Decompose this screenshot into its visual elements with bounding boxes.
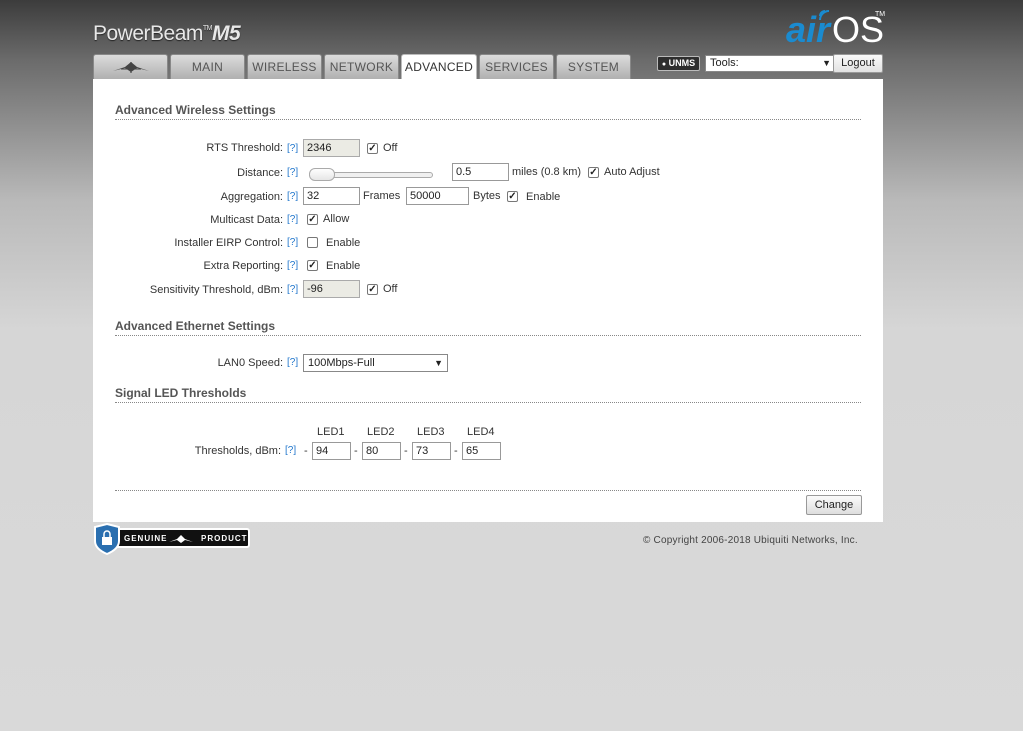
aggregation-help-link[interactable]: [?]	[287, 191, 298, 202]
tools-dropdown[interactable]: Tools: ▼	[705, 55, 835, 72]
logout-button[interactable]: Logout	[833, 54, 883, 73]
ubiquiti-logo-icon	[112, 62, 149, 73]
lan0-speed-value: 100Mbps-Full	[308, 357, 375, 369]
led4-threshold-input[interactable]: 65	[462, 442, 501, 460]
installer-eirp-checkbox[interactable]	[307, 237, 318, 248]
svg-text:TM: TM	[875, 11, 885, 18]
sensitivity-label: Sensitivity Threshold, dBm:	[149, 284, 283, 296]
sensitivity-threshold-input[interactable]: -96	[303, 280, 360, 298]
extra-reporting-label: Extra Reporting:	[203, 260, 283, 272]
dropdown-arrow-icon: ▼	[822, 58, 831, 68]
section-title-ethernet: Advanced Ethernet Settings	[115, 319, 861, 336]
product-model: M5	[212, 22, 241, 45]
tab-wireless[interactable]: WIRELESS	[247, 54, 322, 79]
aggregation-enable-label: Enable	[526, 191, 561, 203]
distance-help-link[interactable]: [?]	[287, 167, 298, 178]
led2-threshold-input[interactable]: 80	[362, 442, 401, 460]
tools-value: Tools:	[710, 57, 739, 69]
svg-text:air: air	[786, 9, 832, 48]
led4-dash: -	[454, 445, 458, 457]
sensitivity-off-checkbox[interactable]: ✓	[367, 284, 378, 295]
led4-header: LED4	[467, 426, 495, 438]
unms-button[interactable]: ● UNMS	[657, 56, 700, 71]
unms-label: UNMS	[668, 58, 696, 68]
sensitivity-help-link[interactable]: [?]	[287, 284, 298, 295]
thresholds-help-link[interactable]: [?]	[285, 445, 296, 456]
led2-dash: -	[354, 445, 358, 457]
tab-network[interactable]: NETWORK	[324, 54, 399, 79]
aggregation-label: Aggregation:	[220, 191, 283, 203]
rts-off-checkbox[interactable]: ✓	[367, 143, 378, 154]
lan0-help-link[interactable]: [?]	[287, 357, 298, 368]
tab-advanced[interactable]: ADVANCED	[401, 54, 477, 80]
settings-panel: Advanced Wireless Settings RTS Threshold…	[93, 79, 883, 522]
dropdown-arrow-icon: ▼	[434, 358, 443, 368]
frames-label: Frames	[363, 190, 401, 202]
rts-label: RTS Threshold:	[206, 142, 283, 154]
extra-reporting-checkbox[interactable]: ✓	[307, 260, 318, 271]
lan0-speed-label: LAN0 Speed:	[217, 357, 283, 369]
auto-adjust-checkbox[interactable]: ✓	[588, 167, 599, 178]
lan0-speed-select[interactable]: 100Mbps-Full ▼	[303, 354, 448, 372]
auto-adjust-label: Auto Adjust	[604, 166, 660, 178]
copyright-text: © Copyright 2006-2018 Ubiquiti Networks,…	[643, 535, 858, 546]
led1-header: LED1	[317, 426, 345, 438]
distance-unit: miles (0.8 km)	[512, 166, 582, 178]
distance-label: Distance:	[237, 167, 283, 179]
installer-eirp-help-link[interactable]: [?]	[287, 237, 298, 248]
aggregation-bytes-input[interactable]: 50000	[406, 187, 469, 205]
sensitivity-off-label: Off	[383, 283, 398, 295]
multicast-allow-label: Allow	[323, 213, 350, 225]
led3-header: LED3	[417, 426, 445, 438]
badge-product-text: PRODUCT	[201, 534, 248, 543]
genuine-product-badge: GENUINE PRODUCT	[93, 522, 253, 558]
led1-dash: -	[304, 445, 308, 457]
section-title-wireless: Advanced Wireless Settings	[115, 103, 861, 120]
bytes-label: Bytes	[473, 190, 501, 202]
tab-system[interactable]: SYSTEM	[556, 54, 631, 79]
trademark-mark: TM	[202, 25, 213, 32]
distance-slider-handle[interactable]	[309, 168, 335, 181]
tab-services[interactable]: SERVICES	[479, 54, 554, 79]
distance-input[interactable]: 0.5	[452, 163, 509, 181]
bottom-divider	[115, 490, 861, 491]
aggregation-enable-checkbox[interactable]: ✓	[507, 191, 518, 202]
led3-dash: -	[404, 445, 408, 457]
unms-dot-icon: ●	[661, 61, 667, 68]
multicast-allow-checkbox[interactable]: ✓	[307, 214, 318, 225]
multicast-label: Multicast Data:	[210, 214, 283, 226]
rts-help-link[interactable]: [?]	[287, 143, 298, 154]
rts-threshold-input[interactable]: 2346	[303, 139, 360, 157]
led3-threshold-input[interactable]: 73	[412, 442, 451, 460]
badge-genuine-text: GENUINE	[124, 534, 168, 543]
aggregation-frames-input[interactable]: 32	[303, 187, 360, 205]
led2-header: LED2	[367, 426, 395, 438]
thresholds-label: Thresholds, dBm:	[194, 445, 281, 457]
extra-reporting-help-link[interactable]: [?]	[287, 260, 298, 271]
product-name-text: PowerBeam	[93, 22, 203, 45]
tab-ubiquiti-logo[interactable]	[93, 54, 168, 79]
product-name: PowerBeamTMM5	[93, 22, 241, 46]
extra-reporting-enable-label: Enable	[326, 260, 361, 272]
rts-off-label: Off	[383, 142, 398, 154]
change-button[interactable]: Change	[806, 495, 862, 515]
installer-eirp-label: Installer EIRP Control:	[174, 237, 283, 249]
tab-main[interactable]: MAIN	[170, 54, 245, 79]
airos-logo: air OS TM	[786, 4, 886, 51]
section-title-led: Signal LED Thresholds	[115, 386, 861, 403]
multicast-help-link[interactable]: [?]	[287, 214, 298, 225]
installer-eirp-enable-label: Enable	[326, 237, 361, 249]
led1-threshold-input[interactable]: 94	[312, 442, 351, 460]
